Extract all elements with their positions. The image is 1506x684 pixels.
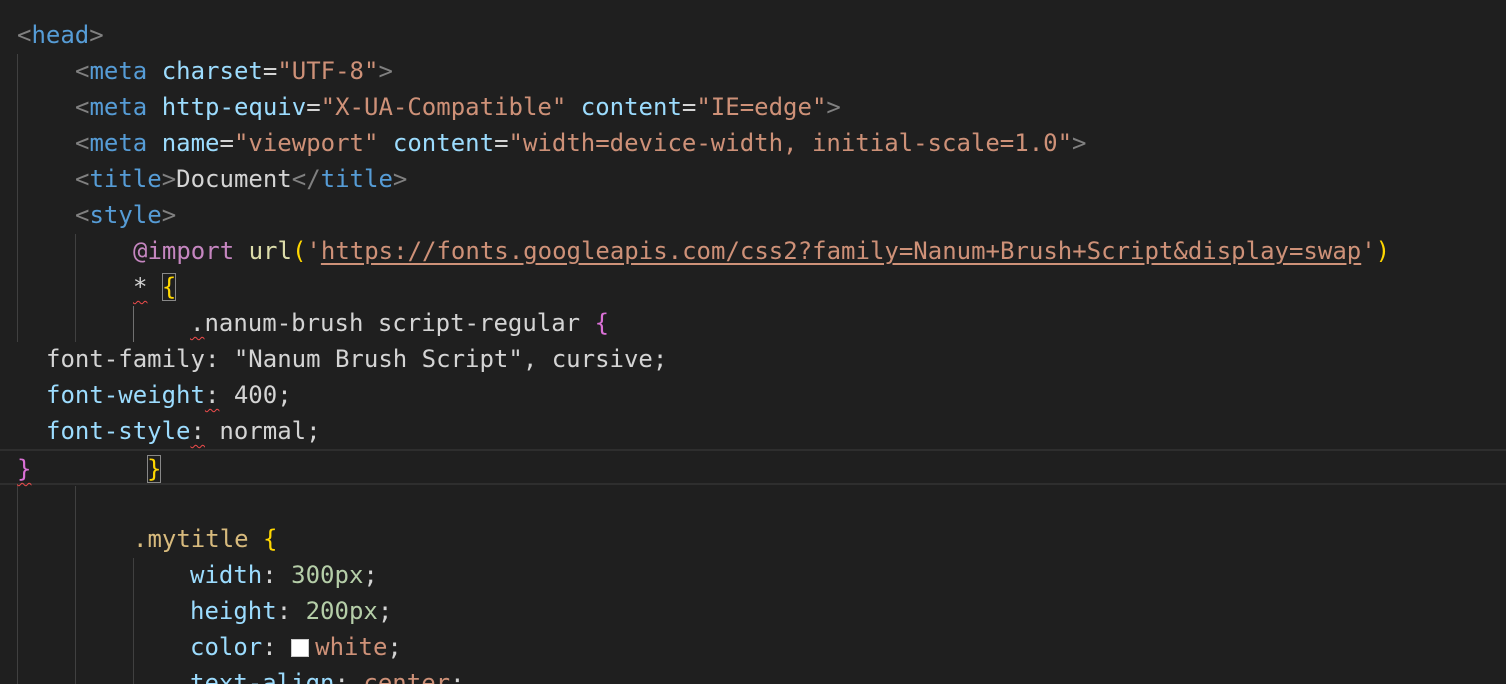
code-line-13-current: } } <box>0 449 1506 485</box>
semicolon: ; <box>387 633 402 661</box>
tag-name: title <box>89 165 162 193</box>
attribute-name: content <box>580 93 682 121</box>
equals: = <box>219 129 234 157</box>
attribute-name: name <box>161 129 220 157</box>
tag-name: meta <box>89 57 148 85</box>
code-line-12: font-style: normal; <box>0 413 1506 449</box>
property-value: 200px <box>305 597 378 625</box>
tag-bracket: < <box>75 57 90 85</box>
colon: : <box>204 381 220 409</box>
property-value: white <box>315 633 388 661</box>
colon: : <box>262 633 292 661</box>
property-value: normal; <box>204 417 321 445</box>
attribute-value: "X-UA-Compatible" <box>320 93 567 121</box>
tag-bracket: < <box>75 201 90 229</box>
paren: ( <box>291 237 307 265</box>
property-name: font-weight <box>46 381 205 409</box>
universal-selector: * <box>133 273 148 301</box>
code-line-2: <meta charset="UTF-8"> <box>0 53 1506 89</box>
code-line-10: font-family: "Nanum Brush Script", cursi… <box>0 341 1506 377</box>
at-rule-import: @import <box>133 237 235 265</box>
color-swatch-icon[interactable] <box>291 639 310 657</box>
code-editor[interactable]: <head> <meta charset="UTF-8"> <meta http… <box>0 0 1506 684</box>
attribute-name: charset <box>161 57 263 85</box>
tag-bracket: > <box>392 165 408 193</box>
open-brace: { <box>161 273 177 301</box>
tag-bracket: < <box>17 21 32 49</box>
equals: = <box>681 93 697 121</box>
class-selector: .mytitle <box>133 525 249 553</box>
code-line-18: color: white; <box>0 629 1506 665</box>
semicolon: ; <box>377 597 393 625</box>
attribute-name: content <box>392 129 495 157</box>
url-function: url <box>248 237 292 265</box>
tag-name: meta <box>89 93 148 121</box>
tag-name: style <box>89 201 162 229</box>
property-name: height <box>190 597 277 625</box>
title-text: Document <box>176 165 292 193</box>
colon: : <box>334 669 364 684</box>
paren: ) <box>1375 237 1391 265</box>
tag-name: title <box>320 165 393 193</box>
attribute-value: "viewport" <box>233 129 379 157</box>
close-brace: } <box>17 455 32 483</box>
code-line-16: width: 300px; <box>0 557 1506 593</box>
open-brace: { <box>263 525 278 553</box>
property-value: 400; <box>219 381 292 409</box>
selector-dot: . <box>190 309 205 337</box>
attribute-value: "IE=edge" <box>696 93 827 121</box>
code-line-5: <title>Document</title> <box>0 161 1506 197</box>
property-name: font-style <box>46 417 191 445</box>
equals: = <box>306 93 321 121</box>
equals: = <box>494 129 509 157</box>
code-line-17: height: 200px; <box>0 593 1506 629</box>
property-name: text-align <box>190 669 335 684</box>
property-name: width <box>190 561 263 589</box>
import-url-link[interactable]: https://fonts.googleapis.com/css2?family… <box>321 237 1361 265</box>
open-brace: { <box>594 309 610 337</box>
code-line-7: @import url('https://fonts.googleapis.co… <box>0 233 1506 269</box>
tag-bracket: </ <box>291 165 321 193</box>
semicolon: ; <box>450 669 465 684</box>
tag-bracket: > <box>378 57 393 85</box>
equals: = <box>262 57 278 85</box>
tag-bracket: < <box>75 93 90 121</box>
quote: ' <box>306 237 321 265</box>
colon: : <box>190 417 205 445</box>
property-value: 300px <box>291 561 364 589</box>
tag-name: head <box>31 21 90 49</box>
tag-bracket: > <box>826 93 841 121</box>
code-line-1: <head> <box>0 17 1506 53</box>
property-value: center <box>363 669 451 684</box>
declaration-text: font-family: "Nanum Brush Script", cursi… <box>46 345 668 373</box>
tag-bracket: > <box>161 201 177 229</box>
code-line-8: * { <box>0 269 1506 305</box>
code-line-6: <style> <box>0 197 1506 233</box>
colon: : <box>262 561 292 589</box>
tag-bracket: < <box>75 129 90 157</box>
attribute-name: http-equiv <box>161 93 307 121</box>
property-name: color <box>190 633 263 661</box>
class-selector: nanum-brush script-regular <box>204 309 581 337</box>
tag-bracket: > <box>161 165 177 193</box>
attribute-value: "UTF-8" <box>277 57 379 85</box>
quote: ' <box>1361 237 1376 265</box>
code-line-19: text-align: center; <box>0 665 1506 684</box>
tag-bracket: < <box>75 165 90 193</box>
code-line-4: <meta name="viewport" content="width=dev… <box>0 125 1506 161</box>
colon: : <box>276 597 306 625</box>
code-line-15: .mytitle { <box>0 521 1506 557</box>
tag-name: meta <box>89 129 148 157</box>
code-line-9: .nanum-brush script-regular { <box>0 305 1506 341</box>
code-line-3: <meta http-equiv="X-UA-Compatible" conte… <box>0 89 1506 125</box>
attribute-value: "width=device-width, initial-scale=1.0" <box>508 129 1073 157</box>
tag-bracket: > <box>1072 129 1087 157</box>
tag-bracket: > <box>89 21 104 49</box>
close-brace: } <box>147 455 162 483</box>
semicolon: ; <box>363 561 378 589</box>
code-line-11: font-weight: 400; <box>0 377 1506 413</box>
